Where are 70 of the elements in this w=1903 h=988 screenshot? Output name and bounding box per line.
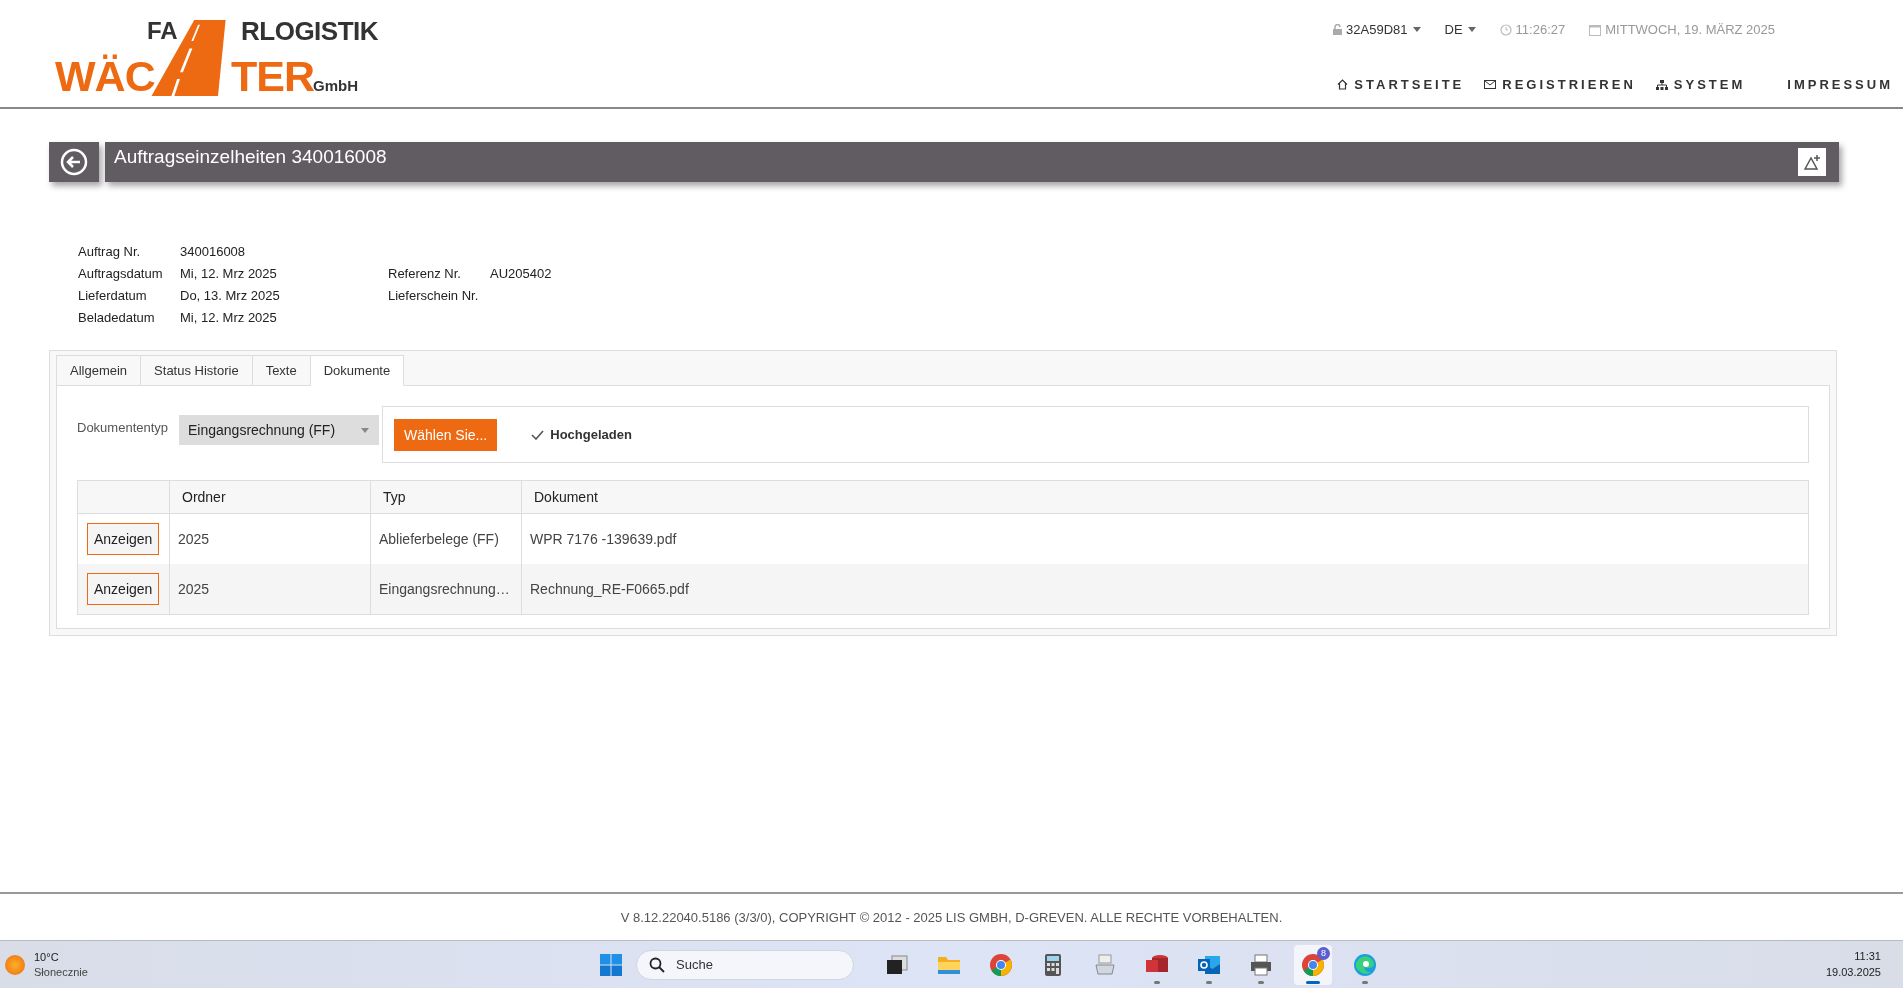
caret-icon xyxy=(361,427,369,433)
network-icon xyxy=(1655,79,1668,90)
lock-icon xyxy=(1333,24,1343,35)
tab[interactable]: Status Historie xyxy=(140,355,252,386)
copyright-text: V 8.12.22040.5186 (3/3/0), COPYRIGHT © 2012 - 2025 LIS GMBH, D-GREVEN. ALLE RECHTE VORBEHALTEN. xyxy=(620,909,1283,925)
envelope-icon xyxy=(1484,80,1497,89)
detail-label: Auftragsdatum xyxy=(78,265,164,281)
nav-link[interactable]: IMPRESSUM xyxy=(1765,77,1893,92)
triangle-plus-icon xyxy=(1803,154,1821,170)
nav-link[interactable]: SYSTEM xyxy=(1655,77,1746,92)
page-title: Auftragseinzelheiten 340016008 xyxy=(114,146,387,168)
tab[interactable]: Allgemein xyxy=(56,355,141,386)
temperature: 10°C xyxy=(34,949,60,965)
caret-icon xyxy=(1412,27,1421,32)
window-stack-icon xyxy=(885,952,909,977)
logo-text: FA xyxy=(147,19,178,43)
detail-value: Do, 13. Mrz 2025 xyxy=(180,287,280,303)
table-cell: Eingangsrechnung… xyxy=(370,564,522,615)
printer-icon xyxy=(1249,952,1273,977)
show-button[interactable]: Anzeigen xyxy=(87,573,160,605)
taskbar-search-field[interactable]: Suche xyxy=(636,949,854,980)
tab[interactable]: Dokumente xyxy=(309,355,405,386)
weather-condition: Słonecznie xyxy=(34,964,88,980)
browser-icon xyxy=(1301,952,1325,977)
table-cell: 2025 xyxy=(169,564,371,615)
nav-link[interactable]: REGISTRIEREN xyxy=(1484,77,1636,92)
detail-label: Auftrag Nr. xyxy=(78,243,142,259)
column-header: Typ xyxy=(370,480,522,514)
document-type-dropdown[interactable]: Eingangsrechnung (FF) xyxy=(179,415,379,445)
caret-icon xyxy=(1467,27,1476,32)
show-button[interactable]: Anzeigen xyxy=(87,523,160,555)
detail-value: 340016008 xyxy=(180,243,246,259)
check-icon xyxy=(531,429,545,440)
detail-label: Lieferschein Nr. xyxy=(388,287,480,303)
detail-value: AU205402 xyxy=(490,265,552,281)
taskbar-date: 19.03.2025 xyxy=(1825,964,1881,980)
taskbar-app[interactable]: 8 xyxy=(1294,944,1332,985)
upload-status: Hochgeladen xyxy=(550,427,632,442)
back-button[interactable] xyxy=(49,142,99,182)
user-dropdown[interactable]: 32A59D81 xyxy=(1346,22,1421,37)
logo-text: RLOGISTIK xyxy=(241,18,379,44)
column-header: Ordner xyxy=(169,480,371,514)
taskbar-time: 11:31 xyxy=(1854,948,1881,964)
clock-time: 11:26:27 xyxy=(1515,22,1566,37)
start-icon[interactable] xyxy=(600,953,622,976)
sun-icon xyxy=(5,954,25,975)
home-icon xyxy=(1337,79,1349,90)
browser-icon xyxy=(1353,952,1377,977)
table-cell: Rechnung_RE-F0665.pdf xyxy=(521,564,1809,615)
detail-label: Referenz Nr. xyxy=(388,265,462,281)
logo-text: GmbH xyxy=(313,78,358,93)
language-dropdown[interactable]: DE xyxy=(1444,22,1476,37)
logo-text: WÄC xyxy=(55,55,155,98)
nav-link[interactable]: STARTSEITE xyxy=(1337,77,1465,92)
clock-icon xyxy=(1499,23,1512,36)
scanner-icon xyxy=(1093,952,1117,977)
calendar-icon xyxy=(1589,23,1602,36)
column-header: Dokument xyxy=(521,480,1809,514)
detail-label: Lieferdatum xyxy=(78,287,148,303)
tab[interactable]: Texte xyxy=(251,355,310,386)
field-label: Dokumententyp xyxy=(77,420,170,435)
logo-text: TER xyxy=(231,55,314,98)
browser-icon xyxy=(989,952,1013,977)
edit-button[interactable] xyxy=(1798,148,1826,176)
search-icon xyxy=(649,956,665,973)
detail-value: Mi, 12. Mrz 2025 xyxy=(180,309,277,325)
notification-badge: 8 xyxy=(1317,946,1330,960)
date-text: MITTWOCH, 19. MÄRZ 2025 xyxy=(1605,22,1775,37)
detail-label: Beladedatum xyxy=(78,309,156,325)
detail-value: Mi, 12. Mrz 2025 xyxy=(180,265,277,281)
